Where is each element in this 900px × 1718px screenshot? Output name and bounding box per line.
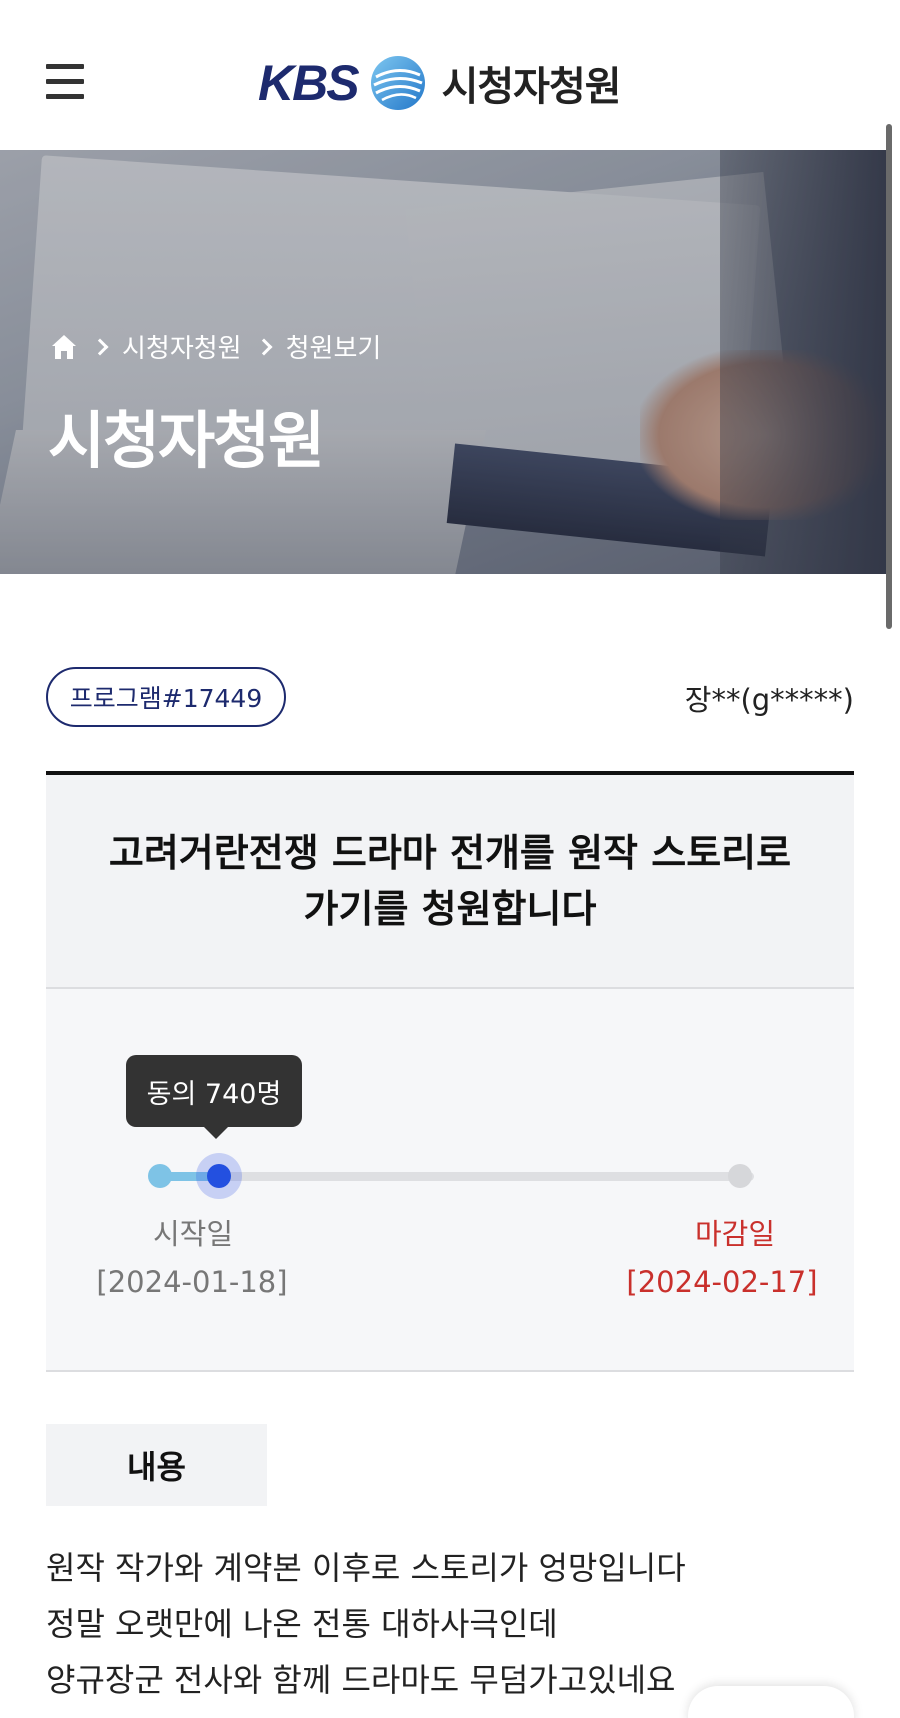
petition-content: 원작 작가와 계약본 이후로 스토리가 엉망입니다 정말 오랫만에 나온 전통 …: [46, 1540, 854, 1708]
chevron-right-icon: [91, 338, 109, 355]
kbs-globe-icon: [370, 56, 425, 110]
progress-track: [160, 1172, 754, 1181]
petition-title-box: 고려거란전쟁 드라마 전개를 원작 스토리로 가기를 청원합니다: [46, 771, 854, 989]
hamburger-menu-icon[interactable]: [46, 64, 86, 104]
agree-count-tooltip: 동의 740명: [126, 1055, 302, 1139]
start-date: [2024-01-18]: [96, 1265, 288, 1299]
chevron-right-icon: [255, 338, 273, 355]
floating-action-button[interactable]: [688, 1686, 854, 1718]
petition-title: 고려거란전쟁 드라마 전개를 원작 스토리로 가기를 청원합니다: [108, 831, 792, 931]
breadcrumb-item[interactable]: 시청자청원: [122, 328, 242, 365]
author-name: 장**(g*****): [684, 683, 854, 717]
header: KBS 시청자청원: [0, 0, 900, 150]
progress-knob: [196, 1153, 243, 1199]
petition-progress: 동의 740명 시작일 [2024-01-18] 마감일 [2024-02-17…: [46, 989, 854, 1372]
content-section-label: 내용: [46, 1424, 267, 1506]
start-date-label: 시작일: [152, 1217, 234, 1251]
content-line: 정말 오랫만에 나온 전통 대하사극인데: [46, 1605, 558, 1643]
kbs-logo-text: KBS: [258, 55, 360, 111]
scrollbar[interactable]: [886, 124, 892, 629]
header-title: 시청자청원: [441, 64, 622, 110]
breadcrumb-item-current[interactable]: 청원보기: [286, 328, 382, 365]
hero-banner: 시청자청원 청원보기 시청자청원: [0, 150, 887, 574]
home-icon[interactable]: [50, 333, 78, 361]
page-title: 시청자청원: [48, 404, 325, 477]
program-tag[interactable]: 프로그램#17449: [46, 667, 286, 727]
site-logo[interactable]: KBS 시청자청원: [258, 52, 622, 114]
end-date-label: 마감일: [694, 1217, 776, 1251]
progress-start-dot: [148, 1164, 172, 1188]
end-date: [2024-02-17]: [626, 1265, 818, 1299]
breadcrumb: 시청자청원 청원보기: [50, 328, 381, 365]
progress-end-dot: [728, 1164, 752, 1188]
content-line: 원작 작가와 계약본 이후로 스토리가 엉망입니다: [46, 1549, 686, 1587]
